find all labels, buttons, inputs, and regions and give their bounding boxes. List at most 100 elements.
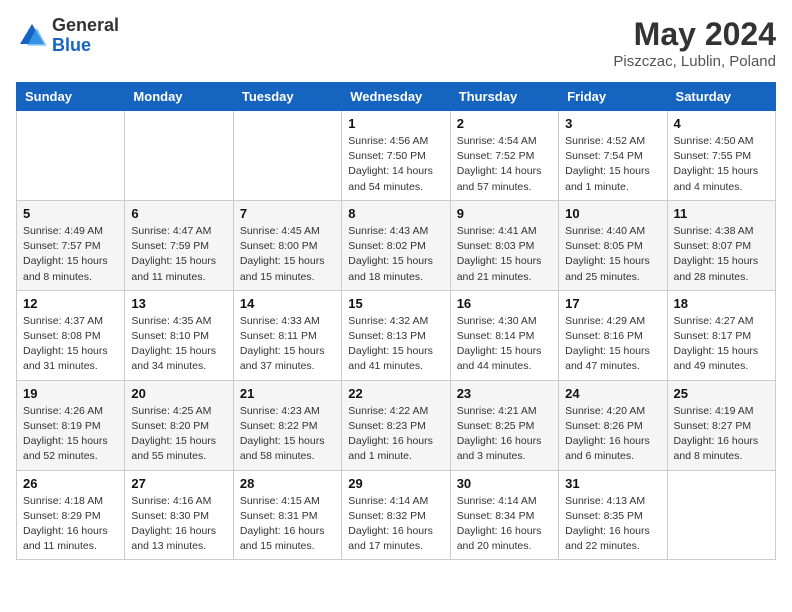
day-number: 25 xyxy=(674,386,769,401)
day-cell: 1 Sunrise: 4:56 AMSunset: 7:50 PMDaylight… xyxy=(342,111,450,201)
day-number: 23 xyxy=(457,386,552,401)
day-info: Sunrise: 4:33 AMSunset: 8:11 PMDaylight:… xyxy=(240,314,335,375)
day-number: 11 xyxy=(674,206,769,221)
day-cell xyxy=(667,470,775,560)
day-cell: 25 Sunrise: 4:19 AMSunset: 8:27 PMDayligh… xyxy=(667,380,775,470)
day-number: 8 xyxy=(348,206,443,221)
day-cell: 22 Sunrise: 4:22 AMSunset: 8:23 PMDayligh… xyxy=(342,380,450,470)
week-row-5: 26 Sunrise: 4:18 AMSunset: 8:29 PMDayligh… xyxy=(17,470,776,560)
day-number: 4 xyxy=(674,116,769,131)
day-info: Sunrise: 4:30 AMSunset: 8:14 PMDaylight:… xyxy=(457,314,552,375)
day-cell: 4 Sunrise: 4:50 AMSunset: 7:55 PMDaylight… xyxy=(667,111,775,201)
day-info: Sunrise: 4:40 AMSunset: 8:05 PMDaylight:… xyxy=(565,224,660,285)
day-number: 21 xyxy=(240,386,335,401)
logo-blue: Blue xyxy=(52,35,91,55)
day-number: 5 xyxy=(23,206,118,221)
day-info: Sunrise: 4:41 AMSunset: 8:03 PMDaylight:… xyxy=(457,224,552,285)
day-info: Sunrise: 4:29 AMSunset: 8:16 PMDaylight:… xyxy=(565,314,660,375)
logo-text: General Blue xyxy=(52,16,119,56)
logo: General Blue xyxy=(16,16,119,56)
week-row-1: 1 Sunrise: 4:56 AMSunset: 7:50 PMDaylight… xyxy=(17,111,776,201)
day-number: 6 xyxy=(131,206,226,221)
day-cell: 12Sunrise: 4:37 AMSunset: 8:08 PMDayligh… xyxy=(17,290,125,380)
day-cell: 6 Sunrise: 4:47 AMSunset: 7:59 PMDaylight… xyxy=(125,200,233,290)
day-cell: 13 Sunrise: 4:35 AMSunset: 8:10 PMDayligh… xyxy=(125,290,233,380)
day-info: Sunrise: 4:56 AMSunset: 7:50 PMDaylight:… xyxy=(348,134,443,195)
day-cell: 21 Sunrise: 4:23 AMSunset: 8:22 PMDayligh… xyxy=(233,380,341,470)
day-number: 1 xyxy=(348,116,443,131)
day-info: Sunrise: 4:22 AMSunset: 8:23 PMDaylight:… xyxy=(348,404,443,465)
title-block: May 2024 Piszczac, Lublin, Poland xyxy=(613,16,776,70)
page-header: General Blue May 2024 Piszczac, Lublin, … xyxy=(16,16,776,70)
calendar-table: SundayMondayTuesdayWednesdayThursdayFrid… xyxy=(16,82,776,560)
day-info: Sunrise: 4:49 AMSunset: 7:57 PMDaylight:… xyxy=(23,224,118,285)
day-number: 9 xyxy=(457,206,552,221)
day-number: 22 xyxy=(348,386,443,401)
day-info: Sunrise: 4:20 AMSunset: 8:26 PMDaylight:… xyxy=(565,404,660,465)
day-cell: 23 Sunrise: 4:21 AMSunset: 8:25 PMDayligh… xyxy=(450,380,558,470)
weekday-header-wednesday: Wednesday xyxy=(342,83,450,111)
day-cell: 2Sunrise: 4:54 AMSunset: 7:52 PMDaylight… xyxy=(450,111,558,201)
day-number: 15 xyxy=(348,296,443,311)
day-number: 26 xyxy=(23,476,118,491)
weekday-header-sunday: Sunday xyxy=(17,83,125,111)
day-cell: 20 Sunrise: 4:25 AMSunset: 8:20 PMDayligh… xyxy=(125,380,233,470)
day-info: Sunrise: 4:14 AMSunset: 8:32 PMDaylight:… xyxy=(348,494,443,555)
day-info: Sunrise: 4:21 AMSunset: 8:25 PMDaylight:… xyxy=(457,404,552,465)
day-info: Sunrise: 4:23 AMSunset: 8:22 PMDaylight:… xyxy=(240,404,335,465)
day-cell: 26 Sunrise: 4:18 AMSunset: 8:29 PMDayligh… xyxy=(17,470,125,560)
weekday-header-monday: Monday xyxy=(125,83,233,111)
day-number: 7 xyxy=(240,206,335,221)
day-number: 12 xyxy=(23,296,118,311)
day-info: Sunrise: 4:50 AMSunset: 7:55 PMDaylight:… xyxy=(674,134,769,195)
day-info: Sunrise: 4:16 AMSunset: 8:30 PMDaylight:… xyxy=(131,494,226,555)
weekday-header-thursday: Thursday xyxy=(450,83,558,111)
day-cell: 19Sunrise: 4:26 AMSunset: 8:19 PMDayligh… xyxy=(17,380,125,470)
day-cell: 10Sunrise: 4:40 AMSunset: 8:05 PMDayligh… xyxy=(559,200,667,290)
day-cell xyxy=(233,111,341,201)
day-number: 28 xyxy=(240,476,335,491)
day-number: 17 xyxy=(565,296,660,311)
logo-icon xyxy=(16,20,48,52)
day-number: 29 xyxy=(348,476,443,491)
day-number: 24 xyxy=(565,386,660,401)
weekday-header-friday: Friday xyxy=(559,83,667,111)
weekday-header-row: SundayMondayTuesdayWednesdayThursdayFrid… xyxy=(17,83,776,111)
day-info: Sunrise: 4:47 AMSunset: 7:59 PMDaylight:… xyxy=(131,224,226,285)
day-cell: 31Sunrise: 4:13 AMSunset: 8:35 PMDayligh… xyxy=(559,470,667,560)
day-info: Sunrise: 4:35 AMSunset: 8:10 PMDaylight:… xyxy=(131,314,226,375)
day-number: 16 xyxy=(457,296,552,311)
day-number: 13 xyxy=(131,296,226,311)
day-number: 31 xyxy=(565,476,660,491)
day-number: 3 xyxy=(565,116,660,131)
week-row-4: 19Sunrise: 4:26 AMSunset: 8:19 PMDayligh… xyxy=(17,380,776,470)
day-cell: 3Sunrise: 4:52 AMSunset: 7:54 PMDaylight… xyxy=(559,111,667,201)
day-info: Sunrise: 4:14 AMSunset: 8:34 PMDaylight:… xyxy=(457,494,552,555)
day-cell: 14 Sunrise: 4:33 AMSunset: 8:11 PMDayligh… xyxy=(233,290,341,380)
day-cell: 9 Sunrise: 4:41 AMSunset: 8:03 PMDaylight… xyxy=(450,200,558,290)
week-row-2: 5 Sunrise: 4:49 AMSunset: 7:57 PMDaylight… xyxy=(17,200,776,290)
day-info: Sunrise: 4:54 AMSunset: 7:52 PMDaylight:… xyxy=(457,134,552,195)
day-cell: 15 Sunrise: 4:32 AMSunset: 8:13 PMDayligh… xyxy=(342,290,450,380)
day-cell: 24 Sunrise: 4:20 AMSunset: 8:26 PMDayligh… xyxy=(559,380,667,470)
location: Piszczac, Lublin, Poland xyxy=(613,53,776,70)
day-cell: 17 Sunrise: 4:29 AMSunset: 8:16 PMDayligh… xyxy=(559,290,667,380)
day-info: Sunrise: 4:25 AMSunset: 8:20 PMDaylight:… xyxy=(131,404,226,465)
month-year: May 2024 xyxy=(613,16,776,53)
day-cell: 7 Sunrise: 4:45 AMSunset: 8:00 PMDaylight… xyxy=(233,200,341,290)
day-cell xyxy=(17,111,125,201)
day-cell: 27Sunrise: 4:16 AMSunset: 8:30 PMDayligh… xyxy=(125,470,233,560)
day-cell xyxy=(125,111,233,201)
day-number: 20 xyxy=(131,386,226,401)
day-cell: 30 Sunrise: 4:14 AMSunset: 8:34 PMDayligh… xyxy=(450,470,558,560)
day-cell: 29 Sunrise: 4:14 AMSunset: 8:32 PMDayligh… xyxy=(342,470,450,560)
day-number: 14 xyxy=(240,296,335,311)
day-info: Sunrise: 4:19 AMSunset: 8:27 PMDaylight:… xyxy=(674,404,769,465)
day-number: 30 xyxy=(457,476,552,491)
day-info: Sunrise: 4:18 AMSunset: 8:29 PMDaylight:… xyxy=(23,494,118,555)
day-cell: 16 Sunrise: 4:30 AMSunset: 8:14 PMDayligh… xyxy=(450,290,558,380)
day-info: Sunrise: 4:45 AMSunset: 8:00 PMDaylight:… xyxy=(240,224,335,285)
day-info: Sunrise: 4:32 AMSunset: 8:13 PMDaylight:… xyxy=(348,314,443,375)
logo-general: General xyxy=(52,15,119,35)
day-info: Sunrise: 4:43 AMSunset: 8:02 PMDaylight:… xyxy=(348,224,443,285)
